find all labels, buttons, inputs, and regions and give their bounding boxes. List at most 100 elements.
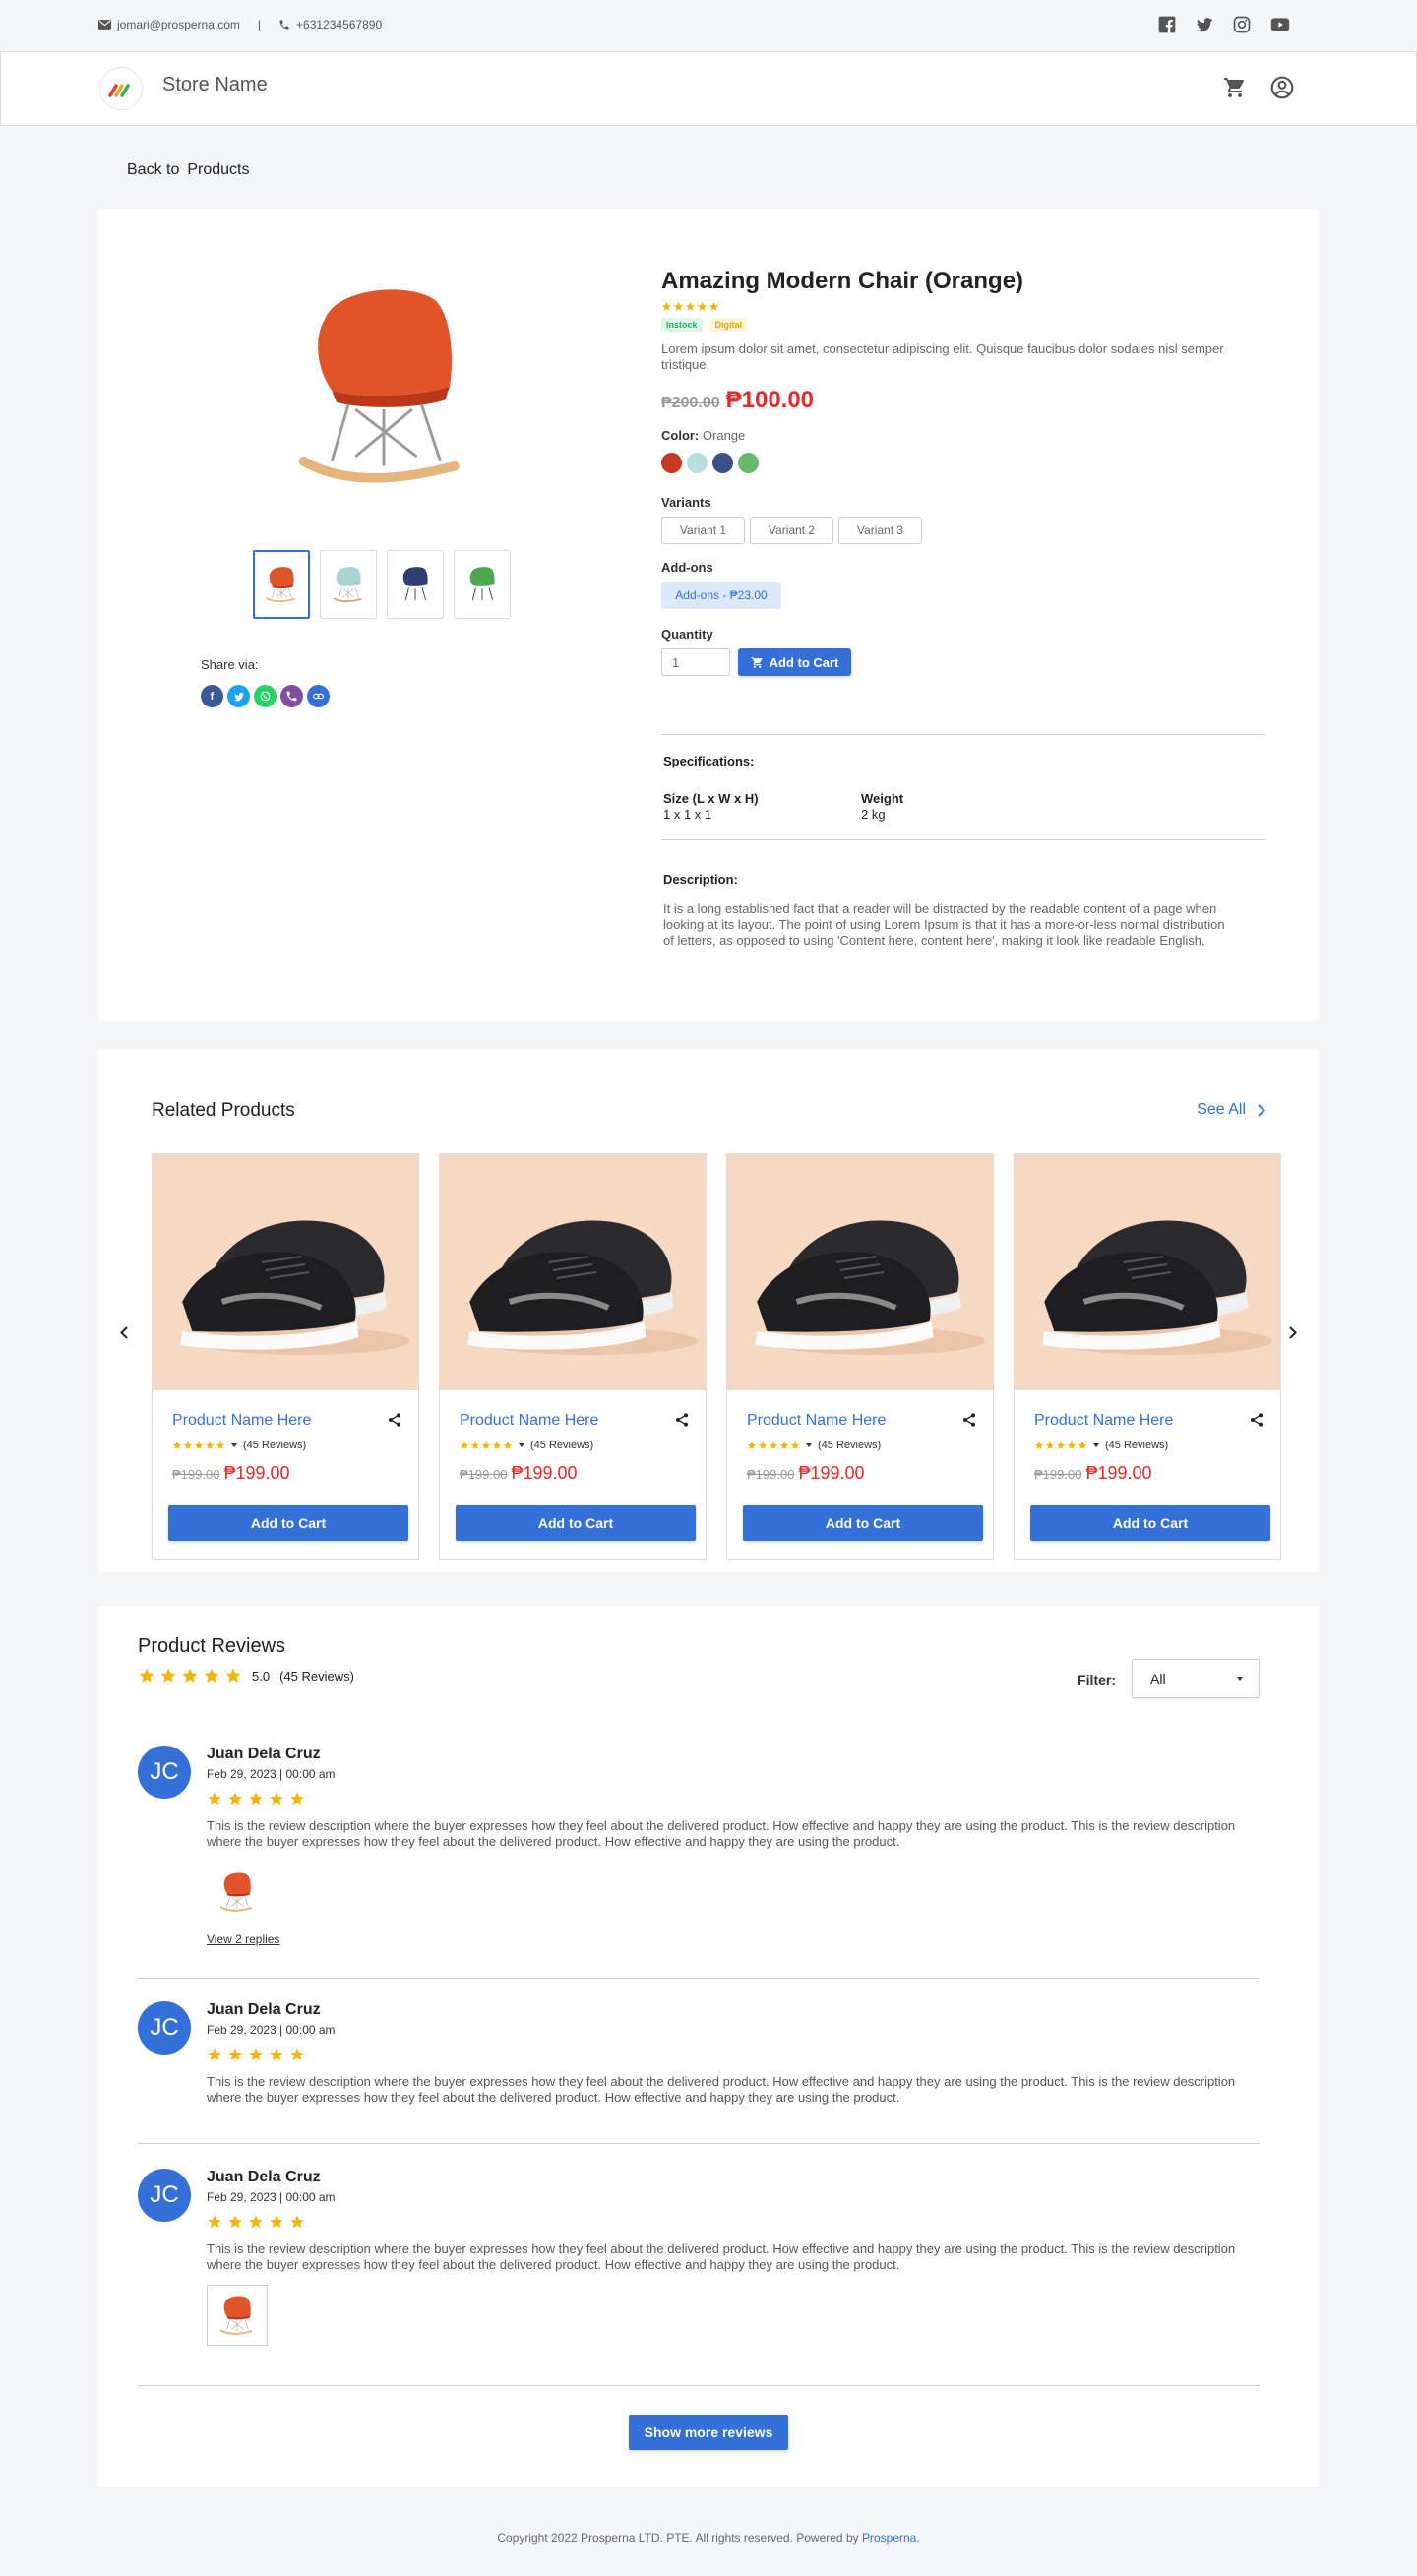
product-rating: (45 Reviews) (747, 1440, 881, 1451)
contact-email[interactable]: jomari@prosperna.com (117, 18, 240, 31)
star-icon (481, 1441, 491, 1450)
avatar: JC (138, 2001, 191, 2055)
carousel-next-icon[interactable] (1289, 1326, 1297, 1339)
add-to-cart-button[interactable]: Add to Cart (1030, 1505, 1270, 1541)
addon-option[interactable]: Add-ons - ₱23.00 (661, 582, 781, 609)
swatch-green[interactable] (738, 453, 759, 473)
breadcrumb[interactable]: Back to Products (127, 161, 250, 179)
review-body: Juan Dela Cruz Feb 29, 2023 | 00:00 am T… (207, 2001, 1260, 2106)
youtube-icon[interactable] (1269, 15, 1291, 34)
share-icon[interactable] (387, 1412, 402, 1428)
variant-options: Variant 1 Variant 2 Variant 3 (661, 517, 1265, 544)
spec-weight-value: 2 kg (861, 807, 886, 822)
spec-weight-name: Weight (861, 791, 904, 806)
caret-down-icon (519, 1443, 524, 1447)
variant-3-button[interactable]: Variant 3 (838, 517, 922, 544)
product-image[interactable] (727, 1154, 993, 1390)
viber-share-icon[interactable] (280, 685, 303, 707)
contact-phone[interactable]: +631234567890 (296, 18, 382, 31)
product-image[interactable] (1015, 1154, 1280, 1390)
twitter-share-icon[interactable] (227, 685, 250, 707)
quantity-input[interactable]: 1 (661, 648, 730, 676)
cart-icon[interactable] (1223, 76, 1247, 99)
facebook-icon[interactable] (1157, 15, 1177, 34)
product-name[interactable]: Product Name Here (1034, 1412, 1173, 1430)
star-icon (685, 301, 696, 312)
review-photo[interactable] (207, 2285, 268, 2346)
product-image[interactable] (440, 1154, 706, 1390)
twitter-icon[interactable] (1195, 15, 1214, 34)
color-label: Color: Orange (661, 428, 1265, 443)
contact-separator: | (257, 18, 262, 31)
filter-value: All (1150, 1671, 1166, 1687)
product-name[interactable]: Product Name Here (747, 1412, 886, 1430)
whatsapp-share-icon[interactable] (254, 685, 277, 707)
review-rating (207, 2047, 1260, 2062)
filter-select[interactable]: All (1132, 1659, 1260, 1698)
footer: Copyright 2022 Prosperna LTD. PTE. All r… (0, 2531, 1417, 2545)
product-image[interactable] (153, 1154, 418, 1390)
related-products-section: Related Products See All Product Name He… (98, 1049, 1319, 1572)
caret-down-icon (1093, 1443, 1099, 1447)
breadcrumb-target[interactable]: Products (187, 161, 249, 179)
instagram-icon[interactable] (1232, 15, 1252, 34)
see-all-link[interactable]: See All (1197, 1101, 1265, 1119)
swatch-orange[interactable] (661, 453, 682, 473)
star-icon (269, 1791, 284, 1807)
review-photo[interactable] (207, 1862, 268, 1923)
star-icon (289, 2214, 305, 2230)
swatch-navy[interactable] (712, 453, 733, 473)
average-rating: 5.0 (252, 1668, 271, 1684)
thumbnail-1[interactable] (253, 550, 310, 619)
share-icon[interactable] (674, 1412, 690, 1428)
star-icon (227, 2047, 243, 2062)
product-name[interactable]: Product Name Here (460, 1412, 598, 1430)
related-product-card[interactable]: Product Name Here (45 Reviews) ₱199.00 ₱… (1014, 1153, 1281, 1560)
thumbnail-2[interactable] (320, 550, 377, 619)
breadcrumb-back-label[interactable]: Back to (127, 161, 179, 179)
related-product-card[interactable]: Product Name Here (45 Reviews) ₱199.00 ₱… (726, 1153, 994, 1560)
product-name[interactable]: Product Name Here (172, 1412, 311, 1430)
thumbnail-4[interactable] (454, 550, 511, 619)
digital-badge: Digital (709, 318, 748, 332)
sale-price: ₱199.00 (223, 1463, 290, 1483)
quantity-label: Quantity (661, 627, 713, 642)
sale-price: ₱199.00 (511, 1463, 578, 1483)
add-to-cart-button[interactable]: Add to Cart (456, 1505, 696, 1541)
link-share-icon[interactable] (307, 685, 330, 707)
store-name[interactable]: Store Name (162, 74, 268, 96)
account-icon[interactable] (1269, 75, 1295, 100)
store-logo[interactable] (99, 67, 143, 110)
product-detail-card: Share via: f Amazing Modern Chair (Orang… (98, 209, 1319, 1021)
description-label: Description: (663, 872, 738, 887)
related-product-card[interactable]: Product Name Here (45 Reviews) ₱199.00 ₱… (152, 1153, 419, 1560)
product-price: ₱199.00 ₱199.00 (172, 1463, 290, 1484)
review-body: Juan Dela Cruz Feb 29, 2023 | 00:00 am T… (207, 2169, 1260, 2346)
original-price: ₱199.00 (747, 1467, 795, 1482)
add-to-cart-button[interactable]: Add to Cart (738, 648, 851, 676)
star-icon (207, 2214, 222, 2230)
show-more-reviews-button[interactable]: Show more reviews (629, 2415, 788, 2450)
prosperna-link[interactable]: Prosperna. (862, 2531, 920, 2545)
add-to-cart-button[interactable]: Add to Cart (743, 1505, 983, 1541)
addons-label: Add-ons (661, 560, 713, 575)
view-replies-link[interactable]: View 2 replies (207, 1932, 1260, 1946)
thumbnail-3[interactable] (387, 550, 444, 619)
star-icon (216, 1441, 225, 1450)
share-icon[interactable] (1249, 1412, 1264, 1428)
product-short-description: Lorem ipsum dolor sit amet, consectetur … (661, 341, 1224, 372)
product-price: ₱199.00 ₱199.00 (747, 1463, 865, 1484)
swatch-teal[interactable] (687, 453, 708, 473)
facebook-share-icon[interactable]: f (201, 685, 223, 707)
star-icon (697, 301, 708, 312)
share-icon[interactable] (961, 1412, 977, 1428)
variant-1-button[interactable]: Variant 1 (661, 517, 745, 544)
reviewer-name: Juan Dela Cruz (207, 2169, 321, 2185)
add-to-cart-button[interactable]: Add to Cart (168, 1505, 408, 1541)
variant-2-button[interactable]: Variant 2 (750, 517, 833, 544)
star-icon (205, 1441, 215, 1450)
product-main-image (266, 268, 502, 504)
related-product-card[interactable]: Product Name Here (45 Reviews) ₱199.00 ₱… (439, 1153, 707, 1560)
carousel-prev-icon[interactable] (120, 1326, 128, 1339)
star-icon (758, 1441, 768, 1450)
